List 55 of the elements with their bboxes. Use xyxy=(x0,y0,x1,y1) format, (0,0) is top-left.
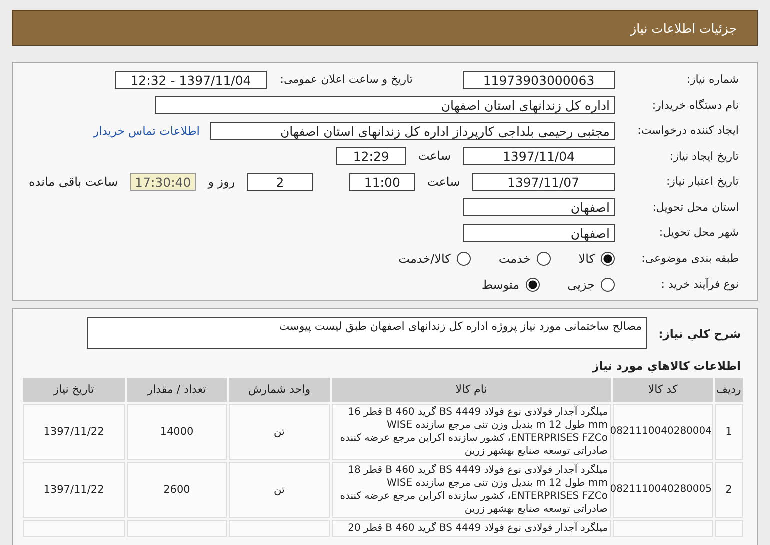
radio-label: متوسط xyxy=(482,278,520,292)
field-label: تاریخ ایجاد نیاز: xyxy=(668,150,739,163)
field-label: شماره نیاز: xyxy=(686,73,739,86)
field-label: شرح كلي نياز: xyxy=(658,326,741,340)
column-header: نام کالا xyxy=(332,378,611,402)
section-title: اطلاعات كالاهاي مورد نياز xyxy=(591,358,741,372)
radio-label: خدمت xyxy=(498,252,531,266)
field-label: نام دستگاه خریدار: xyxy=(651,98,739,112)
field-label: طبقه بندی موضوعی: xyxy=(640,252,739,265)
table-cell: میلگرد آجدار فولادی نوع فولاد BS 4449 گرید B 460 قطر 16 mm طول 12 m بندیل وزن تنی مرجع سازنده WISE ENTERPRISES FZCo، کشور سازنده اکراین مرجع عرضه کننده صادراتی توسعه صنایع بهشهر زرین xyxy=(332,404,611,460)
table-cell: 0821110040280005 xyxy=(613,462,713,518)
table-cell: 2600 xyxy=(127,462,227,518)
field-label: ساعت xyxy=(417,149,452,164)
radio-button[interactable] xyxy=(536,252,551,266)
table-cell: 1397/11/22 xyxy=(23,462,125,518)
time-field: 12:29 xyxy=(336,147,406,166)
countdown-field: 17:30:40 xyxy=(130,172,196,191)
column-header: ردیف xyxy=(715,378,743,402)
radio-label: کالا/خدمت xyxy=(398,252,451,266)
table-cell: تن xyxy=(229,404,330,460)
date-field: 1397/11/04 xyxy=(463,147,615,166)
radio-button[interactable] xyxy=(601,278,615,292)
column-header: کد کالا xyxy=(613,378,713,402)
table-cell: تن xyxy=(229,462,330,518)
contact-link[interactable]: اطلاعات تماس خریدار xyxy=(93,124,200,138)
date-field: 1397/11/07 xyxy=(472,172,615,191)
table-cell: 0821110040280004 xyxy=(613,404,713,460)
table-cell: 1397/11/22 xyxy=(23,404,125,460)
table-cell: 1 xyxy=(715,404,743,460)
radio-label: جزیی xyxy=(568,278,595,292)
table-cell: میلگرد آجدار فولادی نوع فولاد BS 4449 گرید B 460 قطر 18 mm طول 12 m بندیل وزن تنی مرجع سازنده WISE ENTERPRISES FZCo، کشور سازنده اکراین مرجع عرضه کننده صادراتی توسعه صنایع بهشهر زرین xyxy=(332,462,611,518)
field-label: ایجاد کننده درخواست: xyxy=(636,124,739,138)
field-label: ساعت xyxy=(426,174,462,189)
field-label: شهر محل تحویل: xyxy=(658,226,739,240)
days-field: 2 xyxy=(247,172,314,191)
field-label: ساعت باقی مانده xyxy=(28,174,120,189)
column-header: واحد شمارش xyxy=(229,378,330,402)
description-box: مصالح ساختمانی مورد نیاز پروژه اداره کل زندانهای اصفهان طبق لیست پیوست xyxy=(87,316,647,348)
time-field: 11:00 xyxy=(349,172,416,191)
table-cell xyxy=(715,520,743,536)
radio-button[interactable] xyxy=(456,252,471,266)
radio-button[interactable] xyxy=(601,252,615,266)
field-label: استان محل تحویل: xyxy=(652,200,739,214)
table-cell: 2 xyxy=(715,462,743,518)
column-header: تاریخ نیاز xyxy=(23,378,125,402)
field-label: تاریخ و ساعت اعلان عمومی: xyxy=(279,73,413,86)
field-label: تاریخ اعتبار نیاز: xyxy=(665,175,739,188)
page-title: جزئیات اطلاعات نیاز xyxy=(630,20,737,36)
field-label: نوع فرآیند خرید : xyxy=(660,278,739,291)
table-cell: 14000 xyxy=(127,404,227,460)
column-header: تعداد / مقدار xyxy=(127,378,227,402)
table-cell: میلگرد آجدار فولادی نوع فولاد BS 4449 گرید B 460 قطر 20 xyxy=(332,520,611,536)
field-label: روز و xyxy=(206,174,236,189)
radio-label: کالا xyxy=(578,252,595,266)
radio-button[interactable] xyxy=(526,278,540,292)
